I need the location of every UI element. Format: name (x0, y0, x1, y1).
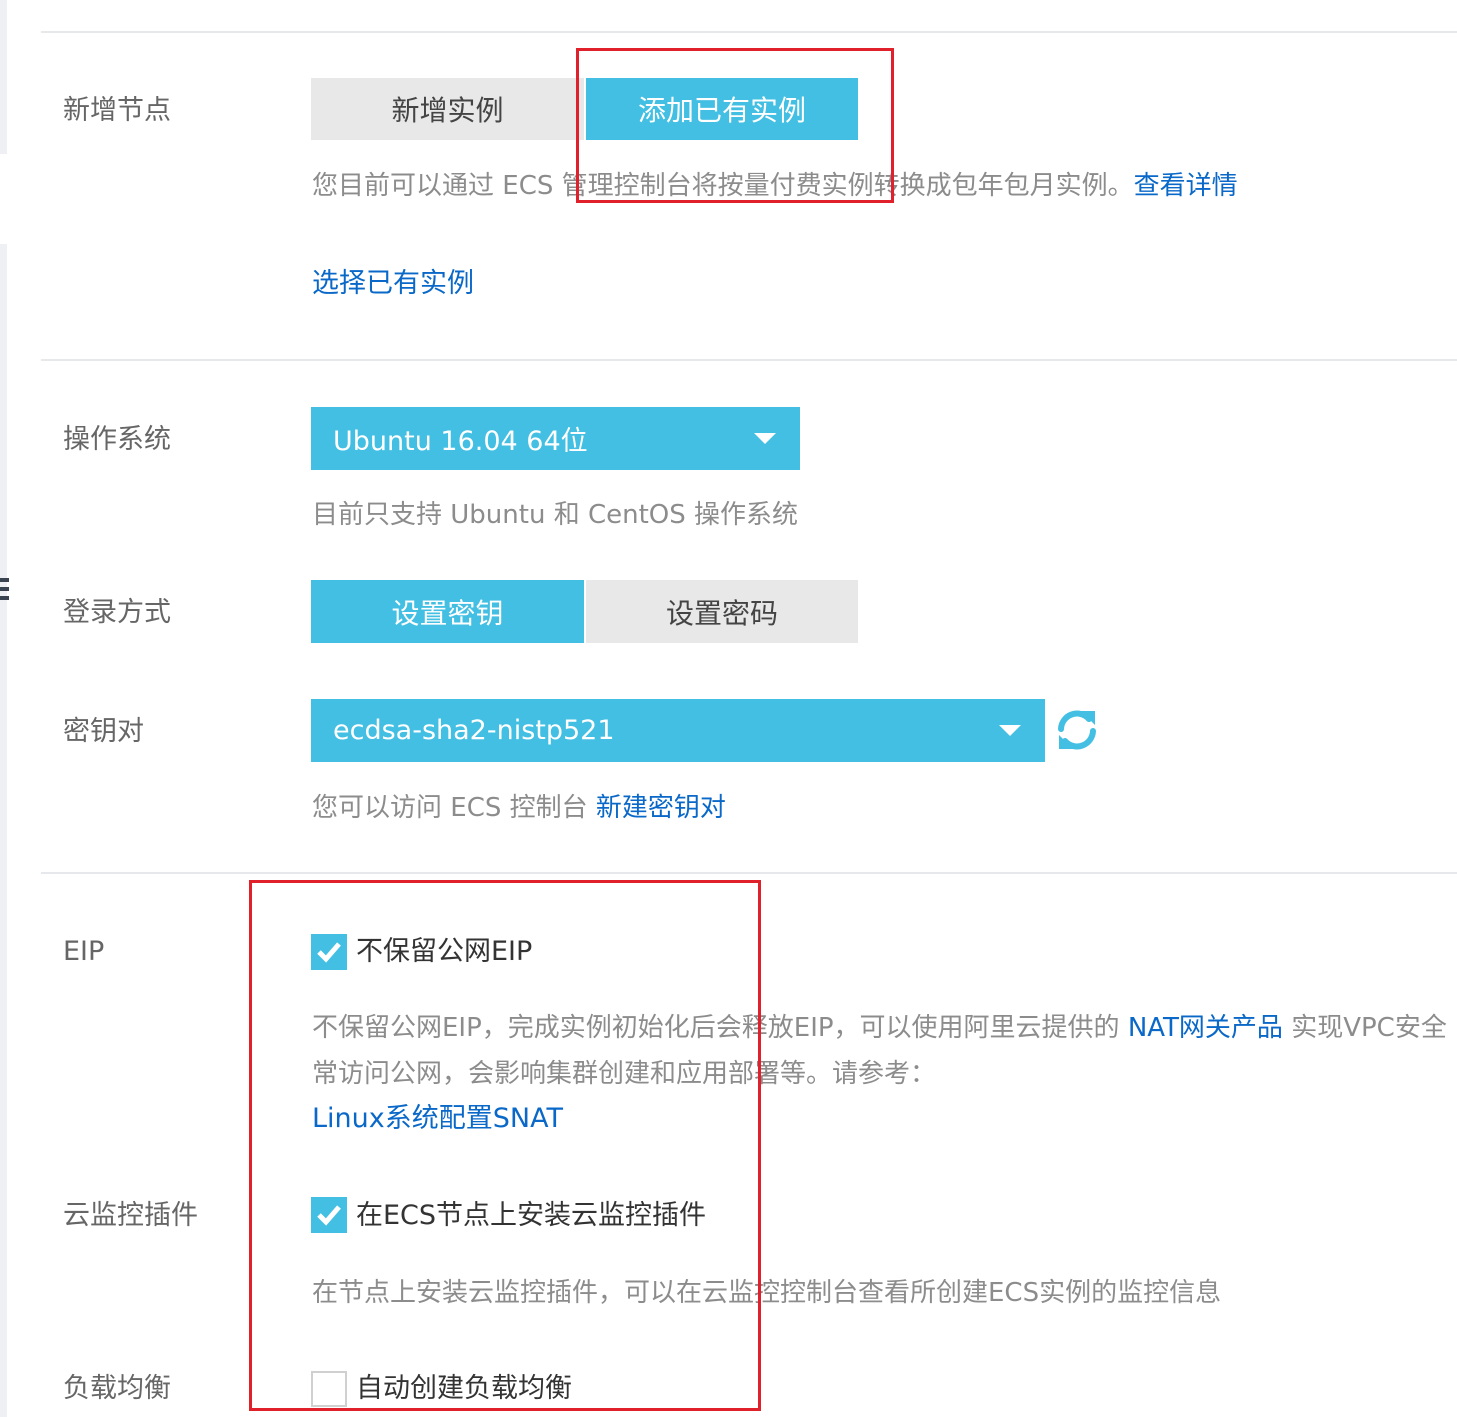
linux-snat-link[interactable]: Linux系统配置SNAT (312, 1105, 563, 1132)
add-node-hint: 您目前可以通过 ECS 管理控制台将按量付费实例转换成包年包月实例。查看详情 (312, 173, 1238, 199)
eip-checkbox-label[interactable]: 不保留公网EIP (356, 938, 532, 965)
slb-checkbox[interactable] (311, 1371, 347, 1407)
keypair-hint-text: 您可以访问 ECS 控制台 (312, 793, 588, 823)
select-existing-instance-link[interactable]: 选择已有实例 (312, 270, 474, 297)
divider (41, 359, 1457, 361)
caret-down-icon (999, 725, 1021, 736)
os-hint: 目前只支持 Ubuntu 和 CentOS 操作系统 (312, 500, 799, 530)
menu-icon[interactable] (0, 578, 9, 608)
keypair-hint: 您可以访问 ECS 控制台 新建密钥对 (312, 795, 726, 821)
divider (41, 31, 1457, 33)
tab-add-existing-instance[interactable]: 添加已有实例 (586, 78, 858, 140)
nat-gateway-link[interactable]: NAT网关产品 (1128, 1013, 1283, 1043)
monitor-plugin-checkbox-label[interactable]: 在ECS节点上安装云监控插件 (356, 1202, 706, 1229)
monitor-plugin-label: 云监控插件 (63, 1200, 198, 1231)
divider (41, 872, 1457, 874)
eip-checkbox[interactable] (311, 934, 347, 970)
eip-desc-line2: 常访问公网，会影响集群创建和应用部署等。请参考： (312, 1059, 937, 1089)
sidebar-edge-top (0, 0, 7, 154)
monitor-plugin-desc: 在节点上安装云监控插件，可以在云监控控制台查看所创建ECS实例的监控信息 (312, 1278, 1222, 1308)
add-node-hint-text: 您目前可以通过 ECS 管理控制台将按量付费实例转换成包年包月实例。 (312, 171, 1134, 201)
tab-new-instance[interactable]: 新增实例 (311, 78, 584, 140)
keypair-label: 密钥对 (63, 716, 144, 747)
os-select[interactable]: Ubuntu 16.04 64位 (311, 407, 800, 470)
slb-checkbox-label[interactable]: 自动创建负载均衡 (356, 1375, 572, 1402)
login-method-label: 登录方式 (63, 597, 171, 628)
view-details-link[interactable]: 查看详情 (1134, 171, 1238, 201)
os-selected-value: Ubuntu 16.04 64位 (333, 426, 588, 457)
create-keypair-link[interactable]: 新建密钥对 (596, 793, 726, 823)
monitor-plugin-checkbox[interactable] (311, 1197, 347, 1233)
eip-label: EIP (63, 936, 105, 967)
check-icon (317, 942, 341, 963)
keypair-select[interactable]: ecdsa-sha2-nistp521 (311, 699, 1045, 762)
add-node-label: 新增节点 (63, 95, 171, 126)
eip-desc-text: 不保留公网EIP，完成实例初始化后会释放EIP，可以使用阿里云提供的 (312, 1013, 1120, 1043)
keypair-selected-value: ecdsa-sha2-nistp521 (333, 715, 615, 746)
tab-set-password[interactable]: 设置密码 (586, 580, 858, 643)
slb-label: 负载均衡 (63, 1373, 171, 1404)
eip-desc-text-tail: 实现VPC安全 (1291, 1013, 1447, 1043)
refresh-icon[interactable] (1055, 707, 1099, 753)
eip-desc-line1: 不保留公网EIP，完成实例初始化后会释放EIP，可以使用阿里云提供的 NAT网关… (312, 1015, 1447, 1041)
check-icon (317, 1205, 341, 1226)
sidebar-edge (0, 244, 7, 1417)
tab-set-key[interactable]: 设置密钥 (311, 580, 584, 643)
os-label: 操作系统 (63, 424, 171, 455)
caret-down-icon (754, 433, 776, 444)
